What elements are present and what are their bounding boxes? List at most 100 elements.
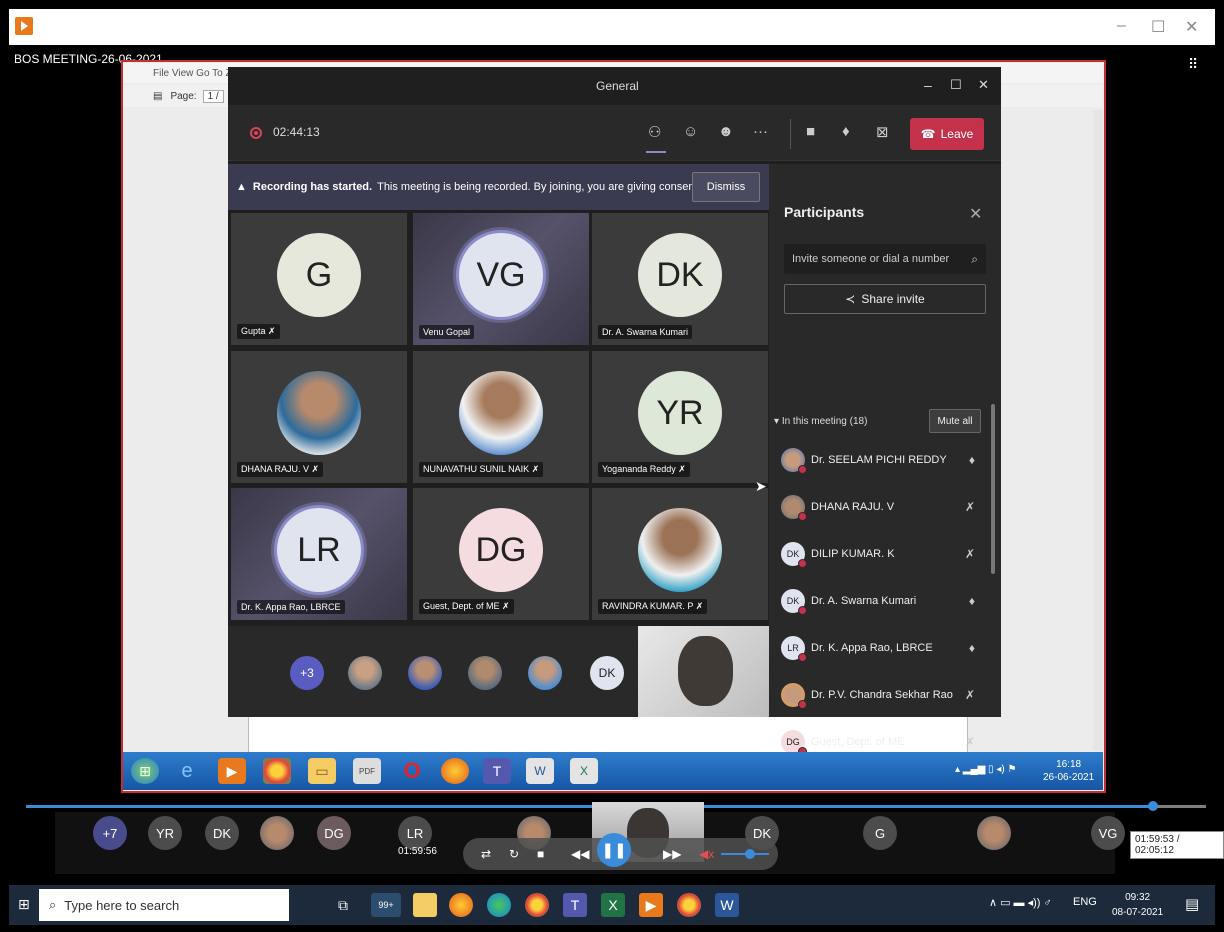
chrome-icon[interactable]: [263, 758, 291, 784]
microphone-icon[interactable]: ♦: [969, 641, 975, 655]
video-tile[interactable]: LR Dr. K. Appa Rao, LBRCE: [231, 488, 407, 620]
panel-scrollbar[interactable]: [991, 404, 995, 574]
maximize-button[interactable]: ☐: [1151, 17, 1165, 37]
search-placeholder: Type here to search: [64, 897, 180, 913]
folder-icon[interactable]: ▭: [308, 758, 336, 784]
hover-time: 01:59:56: [398, 846, 437, 857]
video-tile[interactable]: G Gupta ✗: [231, 213, 407, 345]
chrome-icon[interactable]: [677, 893, 701, 917]
video-tile[interactable]: RAVINDRA KUMAR. P ✗: [592, 488, 768, 620]
player-app-icon[interactable]: ▶: [218, 758, 246, 784]
video-tile[interactable]: VG Venu Gopal: [413, 213, 589, 345]
mic-muted-icon[interactable]: ✗: [965, 547, 975, 561]
participant-row[interactable]: DHANA RAJU. V ✗: [781, 487, 991, 527]
rewind-icon[interactable]: ◀◀: [571, 847, 589, 861]
system-tray-icons[interactable]: ▴ ▂▄▆ ▯ ◂) ⚑: [955, 764, 1016, 775]
video-tile[interactable]: YR Yogananda Reddy ✗: [592, 351, 768, 483]
seek-knob[interactable]: [1148, 801, 1158, 811]
stop-icon[interactable]: ■: [537, 847, 544, 861]
share-screen-icon[interactable]: ⊠: [876, 123, 889, 141]
participant-photo[interactable]: [408, 656, 442, 690]
meeting-timer: 02:44:13: [273, 125, 320, 139]
opera-icon[interactable]: O: [398, 758, 426, 784]
participant-photo[interactable]: [528, 656, 562, 690]
word-icon[interactable]: W: [715, 893, 739, 917]
participant-avatar: DK: [781, 542, 807, 568]
participant-name-label: NUNAVATHU SUNIL NAIK ✗: [419, 462, 544, 477]
video-tile[interactable]: NUNAVATHU SUNIL NAIK ✗: [413, 351, 589, 483]
camera-icon[interactable]: ■: [806, 123, 815, 140]
participant-row[interactable]: Dr. P.V. Chandra Sekhar Rao ✗: [781, 675, 991, 715]
player-app-icon[interactable]: ▶: [639, 893, 663, 917]
reactions-icon[interactable]: ☻: [718, 123, 734, 140]
invite-input[interactable]: Invite someone or dial a number ⌕: [784, 244, 986, 274]
tray-icons[interactable]: ∧ ▭ ▬ ◂)) ♂: [989, 896, 1052, 909]
file-explorer-icon[interactable]: [413, 893, 437, 917]
windows-start-icon[interactable]: ⊞: [18, 896, 30, 913]
page-label: Page:: [170, 90, 197, 102]
chat-icon[interactable]: ☺: [683, 123, 698, 140]
microphone-icon[interactable]: ♦: [969, 453, 975, 467]
participant-row[interactable]: DK DILIP KUMAR. K ✗: [781, 534, 991, 574]
teams-icon[interactable]: T: [483, 758, 511, 784]
minimize-button[interactable]: –: [1117, 17, 1126, 35]
edge-icon[interactable]: [487, 893, 511, 917]
mic-muted-icon[interactable]: ✗: [965, 735, 975, 749]
loop-icon[interactable]: ↻: [509, 847, 519, 861]
firefox-icon[interactable]: [441, 758, 469, 784]
participant-photo[interactable]: [348, 656, 382, 690]
mail-badge[interactable]: 99+: [371, 893, 401, 917]
more-options-icon[interactable]: ···: [753, 123, 768, 140]
participant-photo[interactable]: [468, 656, 502, 690]
fast-forward-icon[interactable]: ▶▶: [663, 847, 681, 861]
participant-name: DHANA RAJU. V: [241, 464, 310, 474]
language-indicator[interactable]: ENG: [1073, 896, 1097, 908]
participant-row[interactable]: LR Dr. K. Appa Rao, LBRCE ♦: [781, 628, 991, 668]
video-tile[interactable]: DG Guest, Dept. of ME ✗: [413, 488, 589, 620]
participant-name: Dr. K. Appa Rao, LBRCE: [811, 642, 933, 654]
mic-muted-icon[interactable]: ✗: [965, 500, 975, 514]
pdf-icon[interactable]: PDF: [353, 758, 381, 784]
microphone-icon[interactable]: ♦: [969, 594, 975, 608]
dismiss-button[interactable]: Dismiss: [692, 172, 760, 202]
participant-row[interactable]: Dr. SEELAM PICHI REDDY ♦: [781, 440, 991, 480]
participants-icon[interactable]: ⚇: [648, 123, 661, 141]
start-orb-icon[interactable]: ⊞: [131, 758, 159, 784]
participant-name: Dr. A. Swarna Kumari: [811, 595, 917, 607]
more-participants-button[interactable]: +3: [290, 656, 324, 690]
video-tile[interactable]: DK Dr. A. Swarna Kumari: [592, 213, 768, 345]
participant-avatar: [781, 683, 807, 709]
in-meeting-label[interactable]: ▾ In this meeting (18): [774, 416, 867, 427]
close-button[interactable]: ✕: [1185, 17, 1198, 37]
excel-icon[interactable]: X: [570, 758, 598, 784]
teams-maximize-button[interactable]: ☐: [950, 77, 962, 93]
participant-row[interactable]: DK Dr. A. Swarna Kumari ♦: [781, 581, 991, 621]
taskbar-clock[interactable]: 09:32 08-07-2021: [1112, 890, 1163, 920]
word-icon[interactable]: W: [526, 758, 554, 784]
mute-all-button[interactable]: Mute all: [929, 409, 981, 433]
excel-icon[interactable]: X: [601, 893, 625, 917]
notification-icon[interactable]: ▤: [1185, 895, 1199, 913]
panel-close-icon[interactable]: ✕: [969, 204, 982, 224]
task-view-icon[interactable]: ⧉: [331, 893, 355, 917]
leave-button[interactable]: ☎ Leave: [910, 118, 984, 150]
pause-button[interactable]: ❚❚: [597, 833, 631, 867]
teams-icon[interactable]: T: [563, 893, 587, 917]
firefox-icon[interactable]: [449, 893, 473, 917]
participant-name: Venu Gopal: [423, 327, 471, 337]
participant-avatar[interactable]: DK: [590, 656, 624, 690]
mic-muted-icon[interactable]: ✗: [965, 688, 975, 702]
ie-icon[interactable]: e: [173, 758, 201, 784]
taskbar-search[interactable]: ⌕ Type here to search: [39, 889, 289, 921]
teams-close-button[interactable]: ✕: [978, 77, 989, 93]
volume-muted-icon[interactable]: ◀x: [699, 847, 714, 861]
teams-minimize-button[interactable]: –: [924, 77, 932, 93]
share-invite-button[interactable]: ≺ Share invite: [784, 284, 986, 314]
repeat-icon[interactable]: ⇄: [481, 847, 491, 861]
volume-knob[interactable]: [745, 849, 755, 859]
chrome-icon[interactable]: [525, 893, 549, 917]
grid-icon[interactable]: ⠿: [1188, 56, 1198, 73]
invite-placeholder: Invite someone or dial a number: [792, 253, 950, 265]
microphone-icon[interactable]: ♦: [842, 123, 850, 140]
video-tile[interactable]: DHANA RAJU. V ✗: [231, 351, 407, 483]
